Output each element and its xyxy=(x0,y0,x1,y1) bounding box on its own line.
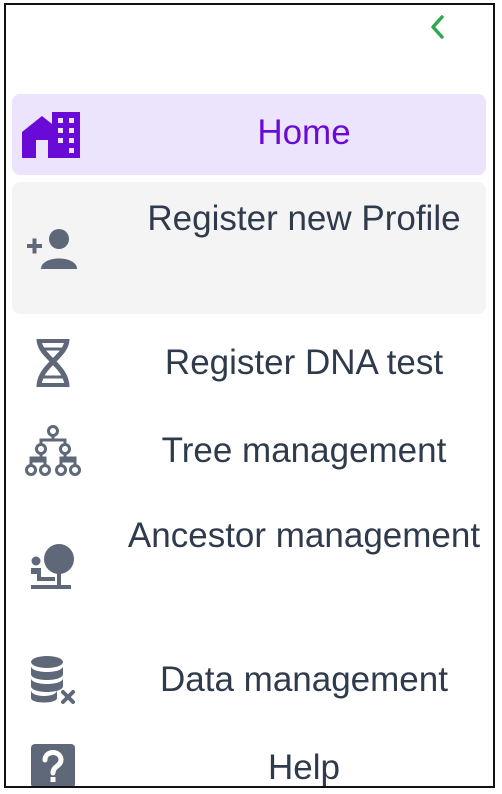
sidebar-item-register-profile[interactable]: Register new Profile xyxy=(12,182,486,314)
sidebar-item-register-dna[interactable]: Register DNA test xyxy=(12,328,486,398)
sidebar-item-label: Help xyxy=(268,748,340,787)
sidebar-item-label: Data management xyxy=(160,660,448,699)
help-icon xyxy=(18,739,88,786)
sidebar-item-ancestor-management[interactable]: Ancestor management xyxy=(12,505,486,627)
sidebar-item-help[interactable]: Help xyxy=(12,733,486,787)
sidebar-item-label: Register DNA test xyxy=(164,343,444,382)
add-user-icon xyxy=(18,226,88,272)
home-building-icon xyxy=(18,108,88,160)
sidebar-item-data-management[interactable]: Data management xyxy=(12,645,486,715)
sidebar-item-label: Home xyxy=(257,113,351,152)
database-delete-icon xyxy=(18,651,88,709)
collapse-sidebar-button[interactable] xyxy=(424,9,452,45)
sidebar-item-label: Register new Profile xyxy=(147,199,461,238)
sidebar-panel: Home Register new Profile Register DNA t… xyxy=(4,3,495,788)
sidebar-item-label: Ancestor management xyxy=(127,516,481,555)
chevron-left-icon xyxy=(431,15,444,39)
ancestor-icon xyxy=(18,539,88,593)
sidebar-item-home[interactable]: Home xyxy=(12,94,486,175)
family-tree-icon xyxy=(18,422,88,480)
sidebar-item-label: Tree management xyxy=(161,431,447,470)
sidebar-item-tree-management[interactable]: Tree management xyxy=(12,416,486,486)
dna-icon xyxy=(18,336,88,390)
